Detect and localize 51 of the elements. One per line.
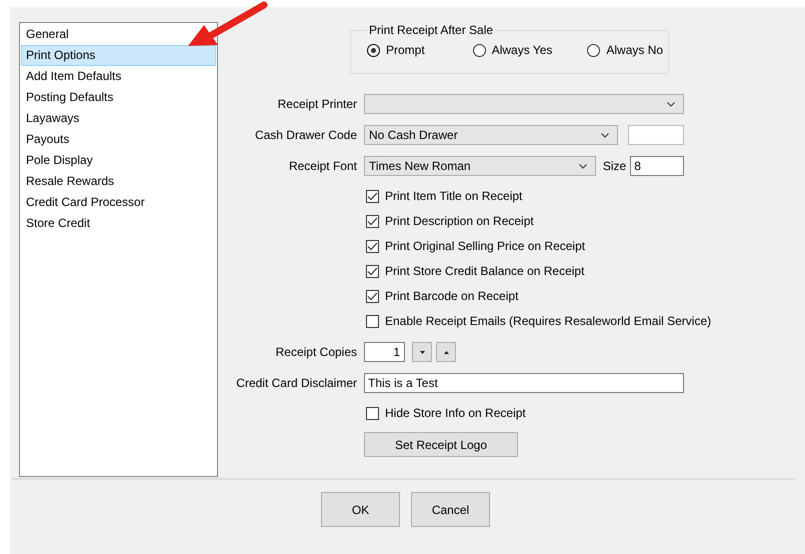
input-field[interactable] [628,125,684,145]
dropdown[interactable]: Times New Roman [364,156,596,176]
checkbox-label[interactable]: Print Description on Receipt [385,214,534,228]
radio-label[interactable]: Prompt [386,43,425,57]
up-triangle-icon [444,350,448,354]
sidebar-item[interactable]: Add Item Defaults [21,66,124,87]
field-label: Cash Drawer Code [254,128,357,142]
down-triangle-icon [420,350,424,354]
checkbox[interactable] [366,314,379,328]
sidebar-item[interactable]: Print Options [21,45,216,66]
checkbox-label[interactable]: Enable Receipt Emails (Requires Resaleworld Email Service) [385,314,712,328]
caret-icon [601,132,609,138]
sidebar-item[interactable]: Posting Defaults [21,87,116,108]
checkbox[interactable] [366,190,379,202]
dropdown[interactable]: No Cash Drawer [364,125,618,145]
cancel-button[interactable]: Cancel [411,492,490,527]
sidebar-item[interactable]: Pole Display [21,150,96,171]
caret-icon [667,102,675,106]
sidebar-item[interactable]: Credit Card Processor [21,192,148,213]
ok-button[interactable]: OK [321,492,400,527]
checkbox-label[interactable]: Print Item Title on Receipt [385,189,522,203]
checkbox-label[interactable]: Hide Store Info on Receipt [385,406,526,420]
checkbox[interactable] [366,290,379,302]
checkbox-label[interactable]: Print Original Selling Price on Receipt [385,239,586,253]
checkbox[interactable] [366,214,379,228]
radio-button[interactable] [587,44,600,56]
checkbox[interactable] [366,240,379,252]
group-title: Print Receipt After Sale [367,23,496,37]
field-label: Size [602,159,626,173]
checkbox[interactable] [366,264,379,278]
radio-button[interactable] [367,44,380,56]
radio-button[interactable] [472,44,486,56]
input-field[interactable]: This is a Test [364,373,684,393]
sidebar-item[interactable]: General [21,24,72,45]
sidebar-item[interactable]: Resale Rewards [21,171,118,192]
set-logo-button[interactable]: Set Receipt Logo [364,432,518,457]
radio-label[interactable]: Always Yes [492,43,552,57]
sidebar-item[interactable]: Payouts [21,129,72,150]
checkbox-label[interactable]: Print Barcode on Receipt [385,289,518,303]
sidebar-item[interactable]: Layaways [21,108,82,129]
field-label: Receipt Printer [278,97,357,111]
field-label: Receipt Font [288,159,357,173]
input-field[interactable]: 8 [630,156,684,176]
checkbox[interactable] [366,406,379,420]
number-field[interactable]: 1 [364,342,405,362]
checkbox-label[interactable]: Print Store Credit Balance on Receipt [385,264,584,278]
field-label: Receipt Copies [276,345,357,359]
field-label: Credit Card Disclaimer [236,376,357,390]
radio-label[interactable]: Always No [606,43,664,57]
caret-icon [578,164,587,168]
sidebar-item[interactable]: Store Credit [21,213,94,234]
